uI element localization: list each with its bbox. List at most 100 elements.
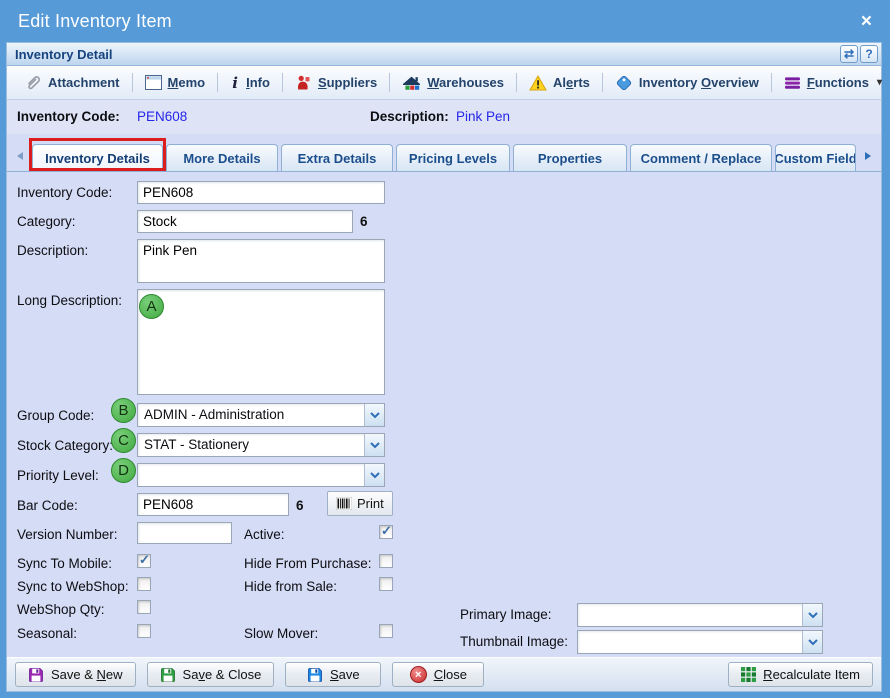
footer-close-button[interactable]: × Close [392, 662, 485, 687]
tab-inventory-details[interactable]: Inventory Details [32, 144, 163, 171]
toolbar-separator [217, 73, 219, 92]
panel-header: Inventory Detail ⇄ ? [7, 43, 881, 66]
save-button[interactable]: Save [285, 662, 382, 687]
floppy-purple-icon [28, 667, 44, 683]
inventory-details-form: Inventory Code: Category: 6 Description:… [7, 172, 881, 657]
toolbar-separator [601, 73, 603, 92]
description-input[interactable]: Pink Pen [137, 239, 385, 283]
functions-label: Functions [806, 75, 869, 90]
hide-from-purchase-label: Hide From Purchase: [244, 556, 372, 571]
help-icon[interactable]: ? [860, 45, 878, 63]
thumbnail-image-label: Thumbnail Image: [460, 634, 569, 649]
alerts-label: Alerts [553, 75, 590, 90]
window-title: Edit Inventory Item [18, 10, 172, 31]
slow-mover-checkbox[interactable] [379, 624, 393, 638]
warehouses-label: Warehouses [427, 75, 505, 90]
thumbnail-image-dropdown[interactable] [577, 630, 823, 654]
inventory-code-summary-label: Inventory Code: [17, 109, 120, 124]
toolbar-separator [770, 73, 772, 92]
floppy-green-icon [160, 667, 176, 683]
paperclip-icon [24, 74, 42, 92]
recalculate-item-label: Recalculate Item [763, 667, 860, 682]
stock-category-chevron-icon[interactable] [364, 434, 384, 456]
tab-properties[interactable]: Properties [513, 144, 627, 171]
group-code-dropdown[interactable]: ADMIN - Administration [137, 403, 385, 427]
memo-button[interactable]: Memo [138, 72, 213, 93]
stock-category-value: STAT - Stationery [144, 437, 250, 452]
long-description-label: Long Description: [17, 293, 123, 308]
save-and-close-label: Save & Close [182, 667, 262, 682]
attachment-button[interactable]: Attachment [17, 71, 127, 95]
tab-extra-details[interactable]: Extra Details [281, 144, 393, 171]
attachment-label: Attachment [48, 75, 120, 90]
priority-level-dropdown[interactable] [137, 463, 385, 487]
suppliers-button[interactable]: Suppliers [288, 71, 384, 94]
bar-code-count: 6 [296, 498, 304, 513]
sync-to-webshop-label: Sync to WebShop: [17, 579, 129, 594]
inventory-overview-button[interactable]: Inventory Overview [608, 71, 766, 95]
group-code-chevron-icon[interactable] [364, 404, 384, 426]
close-circle-icon: × [409, 666, 427, 683]
tab-comment-replace[interactable]: Comment / Replace [630, 144, 772, 171]
version-number-input[interactable] [137, 522, 232, 544]
category-count: 6 [360, 214, 368, 229]
recalculate-item-button[interactable]: Recalculate Item [728, 662, 873, 687]
primary-image-dropdown[interactable] [577, 603, 823, 627]
stock-category-dropdown[interactable]: STAT - Stationery [137, 433, 385, 457]
hide-from-purchase-checkbox[interactable] [379, 554, 393, 568]
category-input[interactable] [137, 210, 353, 233]
tab-pricing-levels[interactable]: Pricing Levels [396, 144, 510, 171]
bar-code-label: Bar Code: [17, 498, 78, 513]
seasonal-label: Seasonal: [17, 626, 78, 641]
description-summary-label: Description: [370, 109, 449, 124]
tab-more-details[interactable]: More Details [166, 144, 278, 171]
alert-triangle-icon [529, 74, 547, 91]
bar-code-input[interactable] [137, 493, 289, 516]
save-and-close-button[interactable]: Save & Close [146, 662, 275, 687]
warehouses-button[interactable]: Warehouses [395, 72, 511, 94]
annotation-badge-d: D [111, 458, 136, 483]
window-content: Inventory Detail ⇄ ? Attachment Memo i I… [6, 42, 882, 692]
webshop-qty-checkbox[interactable] [137, 600, 151, 614]
warehouse-icon [402, 75, 421, 91]
thumbnail-image-value [578, 631, 802, 653]
window-close-icon[interactable]: × [861, 12, 872, 31]
toolbar-separator [516, 73, 518, 92]
webshop-qty-label: WebShop Qty: [17, 602, 105, 617]
edit-inventory-item-window: Edit Inventory Item × Inventory Detail ⇄… [0, 0, 890, 698]
thumbnail-image-chevron-icon[interactable] [802, 631, 822, 653]
print-label: Print [357, 496, 384, 511]
functions-button[interactable]: Functions ▾ [777, 72, 889, 93]
long-description-input[interactable] [137, 289, 385, 395]
save-and-new-label: Save & New [51, 667, 123, 682]
recalculate-grid-icon [741, 667, 757, 682]
inventory-code-input[interactable] [137, 181, 385, 204]
info-button[interactable]: i Info [223, 71, 277, 95]
active-label: Active: [244, 527, 285, 542]
primary-image-value [578, 604, 802, 626]
primary-image-chevron-icon[interactable] [802, 604, 822, 626]
memo-icon [144, 75, 162, 90]
sync-to-mobile-checkbox[interactable] [137, 552, 151, 568]
print-barcode-button[interactable]: Print [327, 491, 393, 516]
chevron-down-icon: ▾ [876, 77, 882, 88]
active-checkbox[interactable] [379, 523, 393, 539]
category-label: Category: [17, 214, 76, 229]
tab-scroll-left-icon[interactable] [11, 145, 29, 167]
annotation-badge-b: B [111, 398, 136, 423]
floppy-blue-icon [307, 667, 323, 683]
sync-to-webshop-checkbox[interactable] [137, 577, 151, 591]
toolbar-separator [131, 73, 133, 92]
priority-level-chevron-icon[interactable] [364, 464, 384, 486]
tab-scroll-right-icon[interactable] [859, 145, 877, 167]
refresh-icon[interactable]: ⇄ [840, 45, 858, 63]
hide-from-sale-checkbox[interactable] [379, 577, 393, 591]
tab-custom-fields[interactable]: Custom Field [775, 144, 856, 171]
tag-icon [615, 74, 633, 92]
stock-category-label: Stock Category: [17, 438, 114, 453]
footer-close-label: Close [433, 667, 467, 682]
alerts-button[interactable]: Alerts [522, 72, 597, 94]
seasonal-checkbox[interactable] [137, 624, 151, 638]
save-and-new-button[interactable]: Save & New [15, 662, 136, 687]
version-number-label: Version Number: [17, 527, 118, 542]
